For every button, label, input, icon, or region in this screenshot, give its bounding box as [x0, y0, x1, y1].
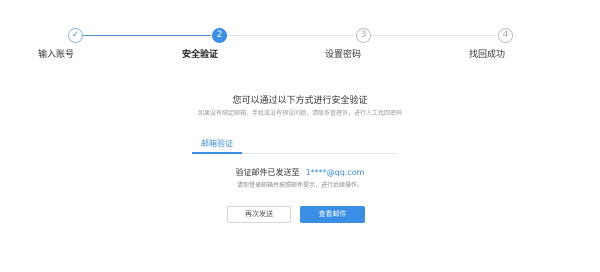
step-2-number: 2 — [212, 28, 227, 43]
verification-tabs: 邮箱验证 — [192, 137, 397, 154]
progress-stepper: ✓ 2 3 4 输入账号 安全验证 设置密码 找回成功 — [0, 0, 600, 60]
verification-subheading: 如果没有绑定邮箱、手机或没有预设问题，请联系管理员，进行人工找回密码 — [197, 110, 402, 117]
step-connector-1 — [83, 35, 211, 36]
step-connector-2 — [227, 35, 355, 36]
step-1-label: 输入账号 — [37, 50, 75, 60]
verification-heading: 您可以通过以下方式进行安全验证 — [232, 96, 368, 106]
step-4-number: 4 — [498, 28, 513, 43]
tab-email-verification[interactable]: 邮箱验证 — [192, 137, 242, 154]
resend-button[interactable]: 再次发送 — [227, 206, 291, 223]
step-1-check-icon: ✓ — [68, 28, 83, 43]
step-3-number: 3 — [356, 28, 371, 43]
step-2-label: 安全验证 — [181, 50, 219, 60]
step-4-label: 找回成功 — [468, 50, 506, 60]
email-sent-hint: 请你登录邮箱并按照邮件提示，进行后续操作。 — [236, 182, 363, 189]
email-sent-line: 验证邮件已发送至 1****@qq.com — [0, 167, 600, 178]
view-email-button[interactable]: 查看邮件 — [300, 206, 365, 223]
step-3-label: 设置密码 — [324, 50, 362, 60]
email-sent-text: 验证邮件已发送至 — [235, 168, 300, 177]
step-connector-3 — [371, 35, 497, 36]
masked-email: 1****@qq.com — [305, 168, 365, 177]
